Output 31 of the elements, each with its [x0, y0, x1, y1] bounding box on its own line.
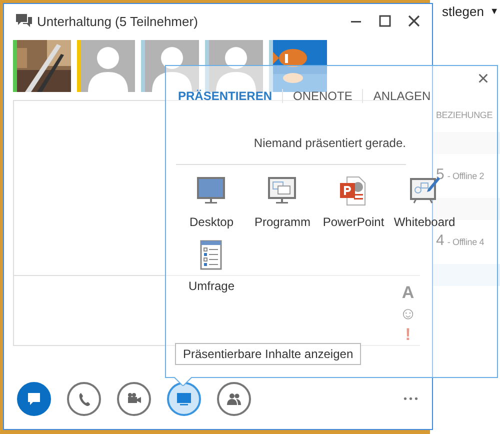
- tab[interactable]: PRÄSENTIEREN: [176, 89, 282, 103]
- video-button[interactable]: [117, 382, 151, 416]
- person-silhouette-icon: [81, 40, 135, 92]
- chat-button[interactable]: [17, 382, 51, 416]
- tab[interactable]: ANLAGEN: [362, 89, 441, 103]
- participants-button[interactable]: [217, 382, 251, 416]
- phone-button[interactable]: [67, 382, 101, 416]
- group-separator: [433, 132, 500, 154]
- more-options[interactable]: •••: [403, 394, 420, 404]
- close-icon[interactable]: ×: [477, 68, 489, 91]
- window-title: Unterhaltung (5 Teilnehmer): [37, 14, 198, 28]
- maximize-icon[interactable]: [379, 15, 391, 27]
- share-option[interactable]: Desktop: [189, 215, 234, 229]
- group-separator: [433, 264, 500, 286]
- share-option[interactable]: Umfrage: [188, 279, 234, 293]
- close-icon[interactable]: [408, 15, 420, 27]
- share-option[interactable]: PowerPoint: [322, 215, 384, 229]
- group-status: - Offline 4: [447, 237, 484, 247]
- status-message: Niemand präsentiert gerade.: [176, 136, 406, 165]
- popup-pointer: [174, 377, 192, 386]
- caret-icon[interactable]: ▼: [490, 6, 499, 16]
- show-content-button[interactable]: Präsentierbare Inhalte anzeigen: [175, 343, 362, 365]
- share-option[interactable]: Programm: [254, 215, 310, 229]
- group-status: - Offline 2: [447, 171, 484, 181]
- share-option[interactable]: Whiteboard: [394, 215, 456, 229]
- menu-label[interactable]: stlegen: [442, 4, 484, 18]
- group-count: 4: [436, 232, 444, 249]
- present-button[interactable]: [167, 382, 201, 416]
- chat-icon: [16, 14, 32, 28]
- section-header: BEZIEHUNGE: [436, 110, 494, 122]
- tab[interactable]: ONENOTE: [282, 89, 362, 103]
